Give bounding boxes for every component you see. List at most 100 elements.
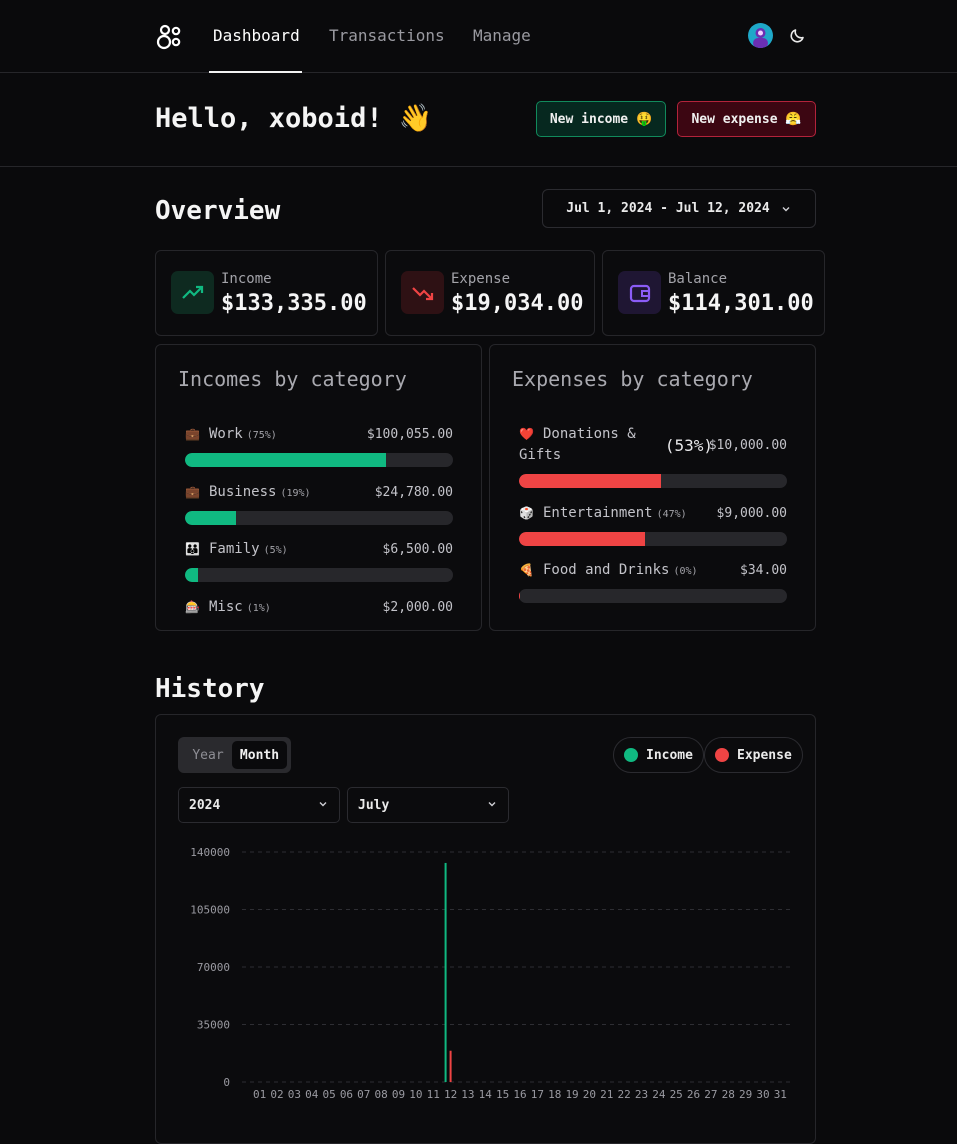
x-tick-label: 15 — [496, 1088, 509, 1101]
income-dot — [624, 748, 638, 762]
income-stat-label: Income — [221, 271, 272, 287]
category-amount: $24,780.00 — [374, 485, 453, 500]
period-toggle: Year Month — [178, 737, 291, 773]
income-stat-value: $133,335.00 — [221, 291, 367, 316]
toggle-year[interactable]: Year — [183, 741, 233, 769]
moon-icon[interactable] — [789, 26, 807, 44]
nav-transactions[interactable]: Transactions — [329, 26, 445, 45]
incomes-by-category-card: Incomes by category 💼 Work (75%) $100,055.0… — [155, 344, 482, 631]
x-tick-label: 07 — [357, 1088, 370, 1101]
category-percent: (19%) — [280, 488, 311, 499]
category-label: Family — [209, 541, 260, 557]
category-progress-bar — [185, 511, 453, 525]
legend-expense-label: Expense — [737, 747, 792, 763]
x-tick-label: 14 — [479, 1088, 493, 1101]
category-name: 💼 Business (19%) — [185, 482, 311, 504]
month-select-value: July — [358, 797, 390, 813]
category-label: Business — [209, 484, 277, 500]
category-progress-bar — [185, 453, 453, 467]
expense-bar[interactable] — [449, 1050, 452, 1082]
x-tick-label: 02 — [270, 1088, 283, 1101]
expense-dot — [715, 748, 729, 762]
expense-stat-card: Expense $19,034.00 — [385, 250, 595, 336]
overview-title: Overview — [155, 196, 281, 226]
expenses-by-category-card: Expenses by category (53%) ❤️ Donations & … — [489, 344, 816, 631]
toggle-month[interactable]: Month — [232, 741, 287, 769]
category-percent: (5%) — [263, 545, 288, 556]
x-tick-label: 16 — [513, 1088, 526, 1101]
balance-stat-value: $114,301.00 — [668, 291, 814, 316]
category-emoji: 💼 — [185, 485, 200, 499]
category-name: 🎰 Misc (1%) — [185, 597, 271, 619]
expense-stat-value: $19,034.00 — [451, 291, 584, 316]
category-progress-fill — [185, 511, 236, 525]
category-progress-fill — [519, 532, 645, 546]
nav-dashboard[interactable]: Dashboard — [213, 26, 300, 45]
x-tick-label: 31 — [774, 1088, 787, 1101]
chevron-down-icon — [782, 206, 790, 211]
category-name: ❤️ Donations & Gifts — [519, 424, 669, 466]
x-tick-label: 09 — [392, 1088, 405, 1101]
history-title: History — [155, 674, 265, 704]
x-tick-label: 29 — [739, 1088, 752, 1101]
category-amount: $6,500.00 — [382, 542, 453, 557]
x-tick-label: 11 — [427, 1088, 440, 1101]
category-progress-fill — [519, 589, 521, 603]
category-name: 💼 Work (75%) — [185, 424, 277, 446]
income-stat-card: Income $133,335.00 — [155, 250, 378, 336]
x-tick-label: 22 — [618, 1088, 631, 1101]
x-tick-label: 27 — [704, 1088, 717, 1101]
category-progress-fill — [185, 568, 199, 582]
y-tick-label: 35000 — [197, 1019, 230, 1032]
x-tick-label: 18 — [548, 1088, 561, 1101]
category-emoji: 🎰 — [185, 600, 200, 614]
category-emoji: 🍕 — [519, 563, 534, 577]
expense-stat-label: Expense — [451, 271, 511, 287]
x-tick-label: 21 — [600, 1088, 613, 1101]
category-amount: $34.00 — [740, 563, 787, 578]
greeting-bar: Hello, xoboid! 👋 New income 🤑 New expens… — [0, 73, 957, 167]
x-tick-label: 04 — [305, 1088, 319, 1101]
avatar[interactable] — [748, 23, 773, 48]
category-percent: (75%) — [246, 430, 277, 441]
date-range-picker[interactable]: Jul 1, 2024 - Jul 12, 2024 — [542, 189, 816, 228]
x-tick-label: 03 — [288, 1088, 301, 1101]
x-tick-label: 12 — [444, 1088, 457, 1101]
x-tick-label: 06 — [340, 1088, 353, 1101]
income-bar[interactable] — [444, 862, 447, 1082]
x-tick-label: 08 — [375, 1088, 388, 1101]
logo-icon[interactable] — [156, 23, 184, 51]
year-select-value: 2024 — [189, 797, 221, 813]
nav-manage[interactable]: Manage — [473, 26, 531, 45]
x-tick-label: 26 — [687, 1088, 700, 1101]
greeting-heading: Hello, xoboid! 👋 — [155, 103, 433, 134]
category-progress-bar — [519, 589, 787, 603]
category-emoji: 💼 — [185, 427, 200, 441]
x-tick-label: 10 — [409, 1088, 422, 1101]
expenses-card-title: Expenses by category — [512, 367, 753, 391]
y-tick-label: 0 — [223, 1076, 230, 1089]
legend-income-label: Income — [646, 747, 693, 763]
new-income-button[interactable]: New income 🤑 — [536, 101, 666, 137]
category-progress-fill — [185, 453, 386, 467]
x-tick-label: 28 — [722, 1088, 735, 1101]
history-chart: 0 35000 70000 105000 140000 01 02 03 04 05 06 07 08 0… — [190, 846, 790, 1101]
y-tick-label: 140000 — [190, 846, 230, 859]
trending-down-icon — [401, 271, 444, 314]
legend-expense[interactable]: Expense — [704, 737, 803, 773]
category-name: 🎲 Entertainment (47%) — [519, 503, 687, 525]
x-tick-label: 05 — [322, 1088, 335, 1101]
year-select[interactable]: 2024 — [178, 787, 340, 823]
legend-income[interactable]: Income — [613, 737, 704, 773]
category-label: Entertainment — [543, 505, 653, 521]
x-tick-label: 17 — [531, 1088, 544, 1101]
category-percent: (47%) — [656, 509, 687, 520]
category-percent: (0%) — [673, 566, 698, 577]
top-nav: Dashboard Transactions Manage — [0, 0, 957, 73]
category-label: Food and Drinks — [543, 562, 670, 578]
new-expense-button[interactable]: New expense 😤 — [677, 101, 816, 137]
category-amount: $10,000.00 — [708, 438, 787, 453]
category-name: 👪 Family (5%) — [185, 539, 288, 561]
chevron-down-icon — [488, 802, 496, 807]
month-select[interactable]: July — [347, 787, 509, 823]
